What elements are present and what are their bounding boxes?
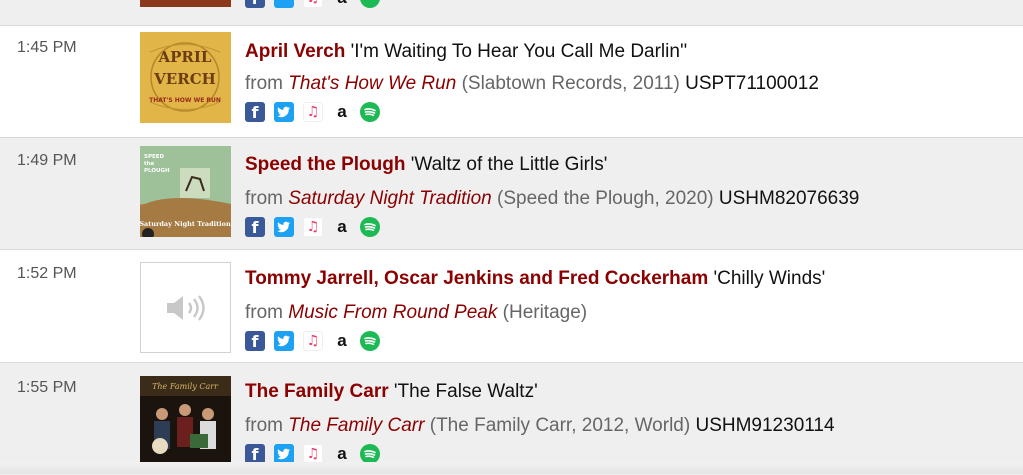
album-art-text: VERCH	[153, 70, 216, 88]
from-label: from	[245, 188, 283, 209]
isrc-code: USHM91230114	[695, 415, 835, 436]
release-details: (Slabtown Records, 2011)	[461, 73, 680, 94]
song-title: 'I'm Waiting To Hear You Call Me Darlin'…	[350, 41, 688, 62]
spotify-icon[interactable]	[360, 102, 380, 122]
apple-music-icon[interactable]: ♫	[303, 0, 323, 8]
album-art-placeholder[interactable]	[140, 262, 231, 353]
amazon-icon[interactable]: a	[332, 444, 352, 464]
track-heading: Speed the Plough 'Waltz of the Little Gi…	[245, 154, 607, 176]
album-art-text: Saturday Night Tradition	[140, 220, 231, 228]
spotify-icon[interactable]	[360, 217, 380, 237]
release-details: (Speed the Plough, 2020)	[497, 188, 714, 209]
spotify-icon[interactable]	[360, 0, 380, 8]
twitter-icon[interactable]	[274, 0, 294, 8]
album-link[interactable]: Saturday Night Tradition	[288, 188, 491, 209]
from-label: from	[245, 302, 283, 323]
amazon-icon[interactable]: a	[332, 102, 352, 122]
spotify-icon[interactable]	[360, 444, 380, 464]
artist-link[interactable]: April Verch	[245, 41, 345, 62]
previous-album-art	[140, 0, 231, 7]
track-time: 1:55 PM	[17, 379, 77, 396]
track-time: 1:45 PM	[17, 39, 77, 56]
release-details: (Heritage)	[502, 302, 588, 323]
svg-text:The Family Carr: The Family Carr	[152, 382, 219, 391]
album-art-text: APRIL	[158, 48, 212, 66]
from-label: from	[245, 415, 283, 436]
album-art[interactable]: SPEED the PLOUGH Saturday Night Traditio…	[140, 146, 231, 237]
twitter-icon[interactable]	[274, 444, 294, 464]
track-heading: Tommy Jarrell, Oscar Jenkins and Fred Co…	[245, 268, 825, 290]
album-art-text: PLOUGH	[144, 168, 170, 174]
track-row: 1:55 PM The Family Carr The Family Carr …	[0, 362, 1023, 475]
twitter-icon[interactable]	[274, 331, 294, 351]
twitter-icon[interactable]	[274, 102, 294, 122]
album-link[interactable]: The Family Carr	[288, 415, 424, 436]
track-time: 1:49 PM	[17, 152, 77, 169]
album-art[interactable]: The Family Carr	[140, 376, 231, 467]
previous-track-row: f ♫ a	[0, 0, 1023, 25]
release-line: from That's How We Run (Slabtown Records…	[245, 73, 819, 95]
facebook-icon[interactable]: f	[245, 102, 265, 122]
apple-music-icon[interactable]: ♫	[303, 331, 323, 351]
isrc-code: USPT71100012	[685, 73, 819, 94]
twitter-icon[interactable]	[274, 217, 294, 237]
facebook-icon[interactable]: f	[245, 444, 265, 464]
artist-link[interactable]: Tommy Jarrell, Oscar Jenkins and Fred Co…	[245, 268, 708, 289]
album-art-text: THAT'S HOW WE RUN	[149, 97, 221, 104]
album-art-text: SPEED	[144, 154, 165, 160]
track-heading: The Family Carr 'The False Waltz'	[245, 381, 538, 403]
amazon-icon[interactable]: a	[332, 331, 352, 351]
speaker-icon	[165, 295, 209, 326]
track-heading: April Verch 'I'm Waiting To Hear You Cal…	[245, 41, 687, 63]
facebook-icon[interactable]: f	[245, 217, 265, 237]
apple-music-icon[interactable]: ♫	[303, 444, 323, 464]
isrc-code: USHM82076639	[718, 188, 860, 209]
spotify-icon[interactable]	[360, 331, 380, 351]
from-label: from	[245, 73, 283, 94]
apple-music-icon[interactable]: ♫	[303, 217, 323, 237]
apple-music-icon[interactable]: ♫	[303, 102, 323, 122]
amazon-icon[interactable]: a	[332, 217, 352, 237]
track-row: 1:52 PM Tommy Jarrell, Oscar Jenkins and…	[0, 249, 1023, 363]
album-art-text: the	[144, 161, 155, 167]
song-title: 'Waltz of the Little Girls'	[410, 154, 608, 175]
album-art[interactable]: APRIL VERCH THAT'S HOW WE RUN	[140, 32, 231, 123]
album-link[interactable]: That's How We Run	[288, 73, 456, 94]
release-line: from Saturday Night Tradition (Speed the…	[245, 188, 859, 210]
song-title: 'Chilly Winds'	[713, 268, 826, 289]
facebook-icon[interactable]: f	[245, 331, 265, 351]
track-row: 1:49 PM SPEED the PLOUGH Saturday Night …	[0, 137, 1023, 250]
artist-link[interactable]: Speed the Plough	[245, 154, 405, 175]
track-time: 1:52 PM	[17, 265, 77, 282]
bottom-edge	[0, 462, 1023, 474]
release-details: (The Family Carr, 2012, World)	[429, 415, 691, 436]
track-row: 1:45 PM APRIL VERCH THAT'S HOW WE RUN Ap…	[0, 25, 1023, 138]
song-title: 'The False Waltz'	[393, 381, 538, 402]
amazon-icon[interactable]: a	[332, 0, 352, 8]
artist-link[interactable]: The Family Carr	[245, 381, 389, 402]
release-line: from Music From Round Peak (Heritage)	[245, 302, 587, 324]
release-line: from The Family Carr (The Family Carr, 2…	[245, 415, 835, 437]
album-link[interactable]: Music From Round Peak	[288, 302, 497, 323]
facebook-icon[interactable]: f	[245, 0, 265, 8]
